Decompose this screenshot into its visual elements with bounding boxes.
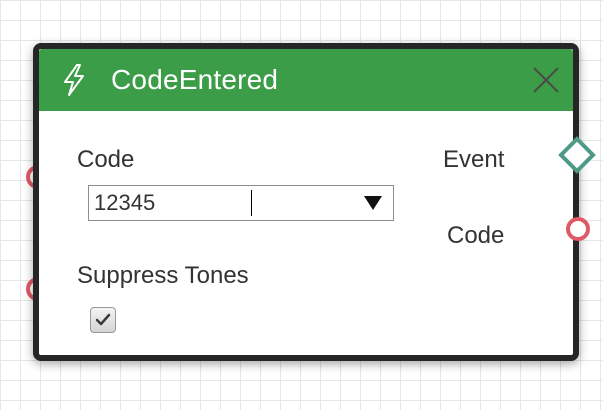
checkmark-icon (95, 313, 111, 326)
code-output-port[interactable] (566, 217, 590, 241)
code-select-value: 12345 (94, 190, 156, 215)
code-input-label: Code (77, 146, 135, 173)
event-output-label: Event (443, 146, 505, 173)
suppress-tones-label: Suppress Tones (77, 262, 249, 289)
close-icon[interactable] (529, 63, 563, 97)
code-output-label: Code (447, 222, 505, 249)
text-cursor (251, 190, 252, 216)
event-output-port[interactable] (557, 135, 597, 175)
lightning-bolt-icon (64, 64, 84, 96)
code-entered-node[interactable]: CodeEntered Code 12345 Suppress Tones Ev… (33, 43, 579, 361)
dropdown-arrow-icon (364, 196, 382, 210)
node-header[interactable]: CodeEntered (39, 49, 573, 111)
suppress-tones-checkbox[interactable] (90, 307, 116, 333)
code-select[interactable]: 12345 (88, 185, 394, 221)
node-title: CodeEntered (111, 64, 279, 95)
